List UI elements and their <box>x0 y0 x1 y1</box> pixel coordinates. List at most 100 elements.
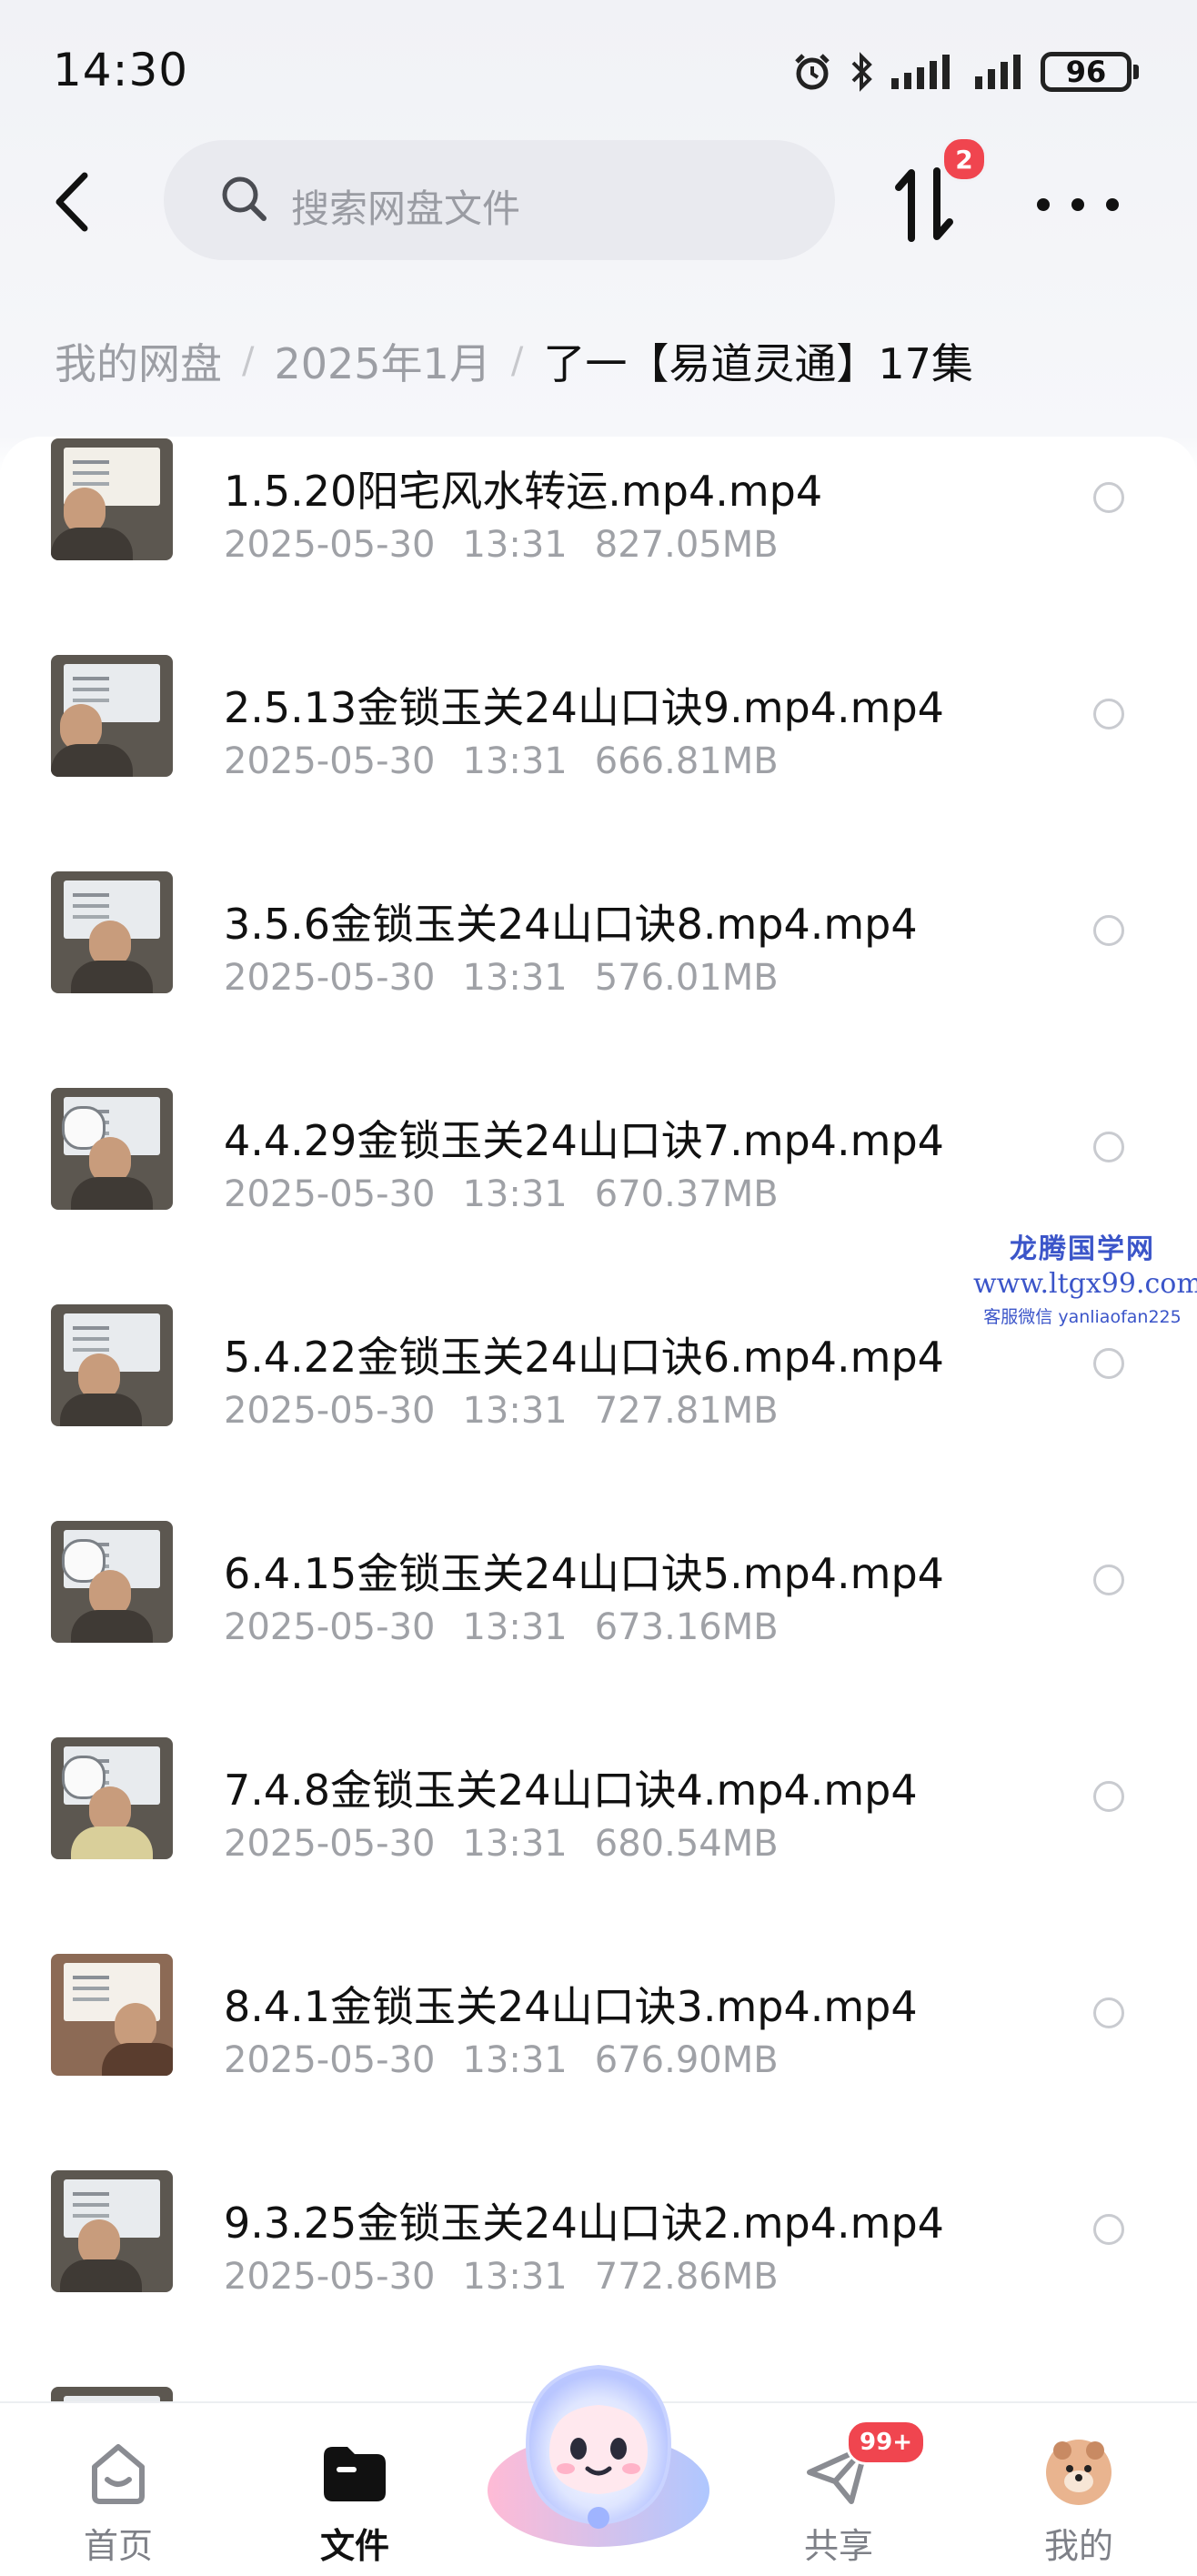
video-thumbnail <box>51 1954 173 2076</box>
header: 搜索网盘文件 2 <box>0 136 1197 268</box>
select-radio[interactable] <box>1093 915 1124 946</box>
file-name: 4.4.29金锁玉关24山口诀7.mp4.mp4 <box>224 1116 944 1165</box>
file-time: 13:31 <box>462 1823 568 1865</box>
signal-2-icon <box>975 55 1021 89</box>
breadcrumb-item[interactable]: 我的网盘 <box>55 331 222 391</box>
app-screen: 14:30 96 搜索网盘文件 2 我的网盘 / 2025年1月 / 了一【易道… <box>0 0 1197 2576</box>
avatar-icon <box>1046 2440 1112 2505</box>
folder-icon <box>324 2447 386 2501</box>
status-icons: 96 <box>791 47 1139 96</box>
file-name: 8.4.1金锁玉关24山口诀3.mp4.mp4 <box>224 1982 918 2031</box>
file-size: 772.86MB <box>594 2256 779 2298</box>
file-size: 676.90MB <box>594 2039 779 2081</box>
breadcrumb-separator: / <box>242 340 255 382</box>
file-row[interactable]: 1.5.20阳宅风水转运.mp4.mp4 2025-05-30 13:31 827.… <box>0 437 1197 653</box>
chevron-left-icon <box>55 172 88 232</box>
nav-mine[interactable]: 我的 <box>1006 2421 1152 2567</box>
file-size: 727.81MB <box>594 1390 779 1432</box>
file-name: 6.4.15金锁玉关24山口诀5.mp4.mp4 <box>224 1549 944 1598</box>
file-name: 1.5.20阳宅风水转运.mp4.mp4 <box>224 467 823 516</box>
file-time: 13:31 <box>462 957 568 999</box>
select-radio[interactable] <box>1093 482 1124 513</box>
select-radio[interactable] <box>1093 699 1124 730</box>
file-meta: 2025-05-30 13:31 576.01MB <box>224 957 779 999</box>
file-meta: 2025-05-30 13:31 772.86MB <box>224 2256 779 2298</box>
file-time: 13:31 <box>462 1606 568 1648</box>
video-thumbnail <box>51 1521 173 1643</box>
file-date: 2025-05-30 <box>224 1173 436 1215</box>
battery-tip <box>1133 65 1139 79</box>
file-name: 3.5.6金锁玉关24山口诀8.mp4.mp4 <box>224 900 918 949</box>
select-radio[interactable] <box>1093 1781 1124 1812</box>
file-date: 2025-05-30 <box>224 957 436 999</box>
video-thumbnail <box>51 1737 173 1859</box>
file-time: 13:31 <box>462 524 568 566</box>
video-thumbnail <box>51 655 173 777</box>
select-radio[interactable] <box>1093 1997 1124 2028</box>
file-row[interactable]: 7.4.8金锁玉关24山口诀4.mp4.mp4 2025-05-30 13:31 6… <box>0 1736 1197 1952</box>
file-date: 2025-05-30 <box>224 1390 436 1432</box>
more-dot <box>1071 198 1084 211</box>
file-meta: 2025-05-30 13:31 680.54MB <box>224 1823 779 1865</box>
more-button[interactable] <box>1037 182 1119 227</box>
file-meta: 2025-05-30 13:31 666.81MB <box>224 740 779 782</box>
nav-files-label: 文件 <box>319 2526 389 2566</box>
file-size: 670.37MB <box>594 1173 779 1215</box>
file-row[interactable]: 2.5.13金锁玉关24山口诀9.mp4.mp4 2025-05-30 13:31… <box>0 653 1197 870</box>
video-thumbnail <box>51 2170 173 2292</box>
more-dot <box>1106 198 1119 211</box>
file-size: 576.01MB <box>594 957 779 999</box>
transfer-badge: 2 <box>941 136 987 182</box>
file-name: 9.3.25金锁玉关24山口诀2.mp4.mp4 <box>224 2199 944 2248</box>
file-name: 2.5.13金锁玉关24山口诀9.mp4.mp4 <box>224 683 944 732</box>
select-radio[interactable] <box>1093 2214 1124 2245</box>
file-row[interactable]: 6.4.15金锁玉关24山口诀5.mp4.mp4 2025-05-30 13:31… <box>0 1519 1197 1736</box>
file-size: 827.05MB <box>594 524 779 566</box>
nav-share-label: 共享 <box>803 2526 873 2566</box>
file-date: 2025-05-30 <box>224 524 436 566</box>
file-row[interactable]: 5.4.22金锁玉关24山口诀6.mp4.mp4 2025-05-30 13:31… <box>0 1303 1197 1519</box>
file-list: 1.5.20阳宅风水转运.mp4.mp4 2025-05-30 13:31 827.… <box>0 437 1197 2401</box>
nav-files[interactable]: 文件 <box>282 2421 428 2567</box>
nav-home[interactable]: 首页 <box>45 2421 191 2567</box>
status-time: 14:30 <box>53 44 189 96</box>
watermark-contact: 客服微信 yanliaofan225 <box>983 1307 1182 1327</box>
file-meta: 2025-05-30 13:31 676.90MB <box>224 2039 779 2081</box>
back-button[interactable] <box>40 164 104 240</box>
file-row[interactable]: 8.4.1金锁玉关24山口诀3.mp4.mp4 2025-05-30 13:31 6… <box>0 1952 1197 2168</box>
video-thumbnail <box>51 2387 173 2401</box>
status-bar: 14:30 96 <box>0 0 1197 136</box>
ai-assistant-icon[interactable] <box>482 2336 715 2554</box>
breadcrumb-current: 了一【易道灵通】17集 <box>543 339 973 388</box>
video-thumbnail <box>51 1088 173 1210</box>
watermark-title: 龙腾国学网 <box>1010 1233 1155 1265</box>
file-meta: 2025-05-30 13:31 727.81MB <box>224 1390 779 1432</box>
file-row[interactable]: 3.5.6金锁玉关24山口诀8.mp4.mp4 2025-05-30 13:31 5… <box>0 870 1197 1086</box>
file-time: 13:31 <box>462 740 568 782</box>
select-radio[interactable] <box>1093 1348 1124 1379</box>
watermark-url: www.ltgx99.com <box>973 1268 1197 1300</box>
file-time: 13:31 <box>462 1390 568 1432</box>
share-badge: 99+ <box>846 2420 926 2465</box>
select-radio[interactable] <box>1093 1132 1124 1162</box>
video-thumbnail <box>51 871 173 993</box>
file-date: 2025-05-30 <box>224 1823 436 1865</box>
battery-icon: 96 <box>1041 52 1132 92</box>
file-time: 13:31 <box>462 2039 568 2081</box>
breadcrumb-item[interactable]: 2025年1月 <box>274 331 490 391</box>
battery-level: 96 <box>1065 55 1107 89</box>
file-meta: 2025-05-30 13:31 670.37MB <box>224 1173 779 1215</box>
bluetooth-icon <box>851 52 872 92</box>
file-date: 2025-05-30 <box>224 1606 436 1648</box>
nav-share[interactable]: 99+ 共享 <box>766 2420 926 2567</box>
watermark: 龙腾国学网 www.ltgx99.com 客服微信 yanliaofan225 <box>973 1226 1197 1328</box>
file-date: 2025-05-30 <box>224 740 436 782</box>
file-date: 2025-05-30 <box>224 2256 436 2298</box>
breadcrumb: 我的网盘 / 2025年1月 / 了一【易道灵通】17集 <box>55 329 973 393</box>
search-icon <box>222 176 267 221</box>
file-size: 666.81MB <box>594 740 779 782</box>
search-input[interactable]: 搜索网盘文件 <box>164 140 835 260</box>
select-radio[interactable] <box>1093 1565 1124 1595</box>
nav-mine-label: 我的 <box>1043 2526 1113 2566</box>
more-dot <box>1037 198 1050 211</box>
